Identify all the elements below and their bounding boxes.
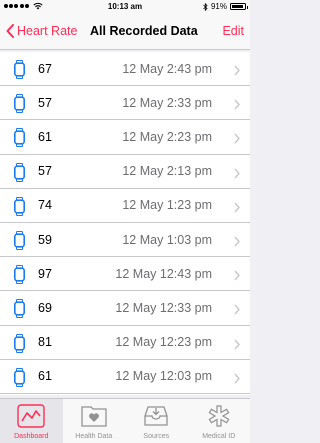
apple-watch-icon [14,299,25,323]
apple-watch-icon [14,162,25,187]
record-datetime: 12 May 1:03 pm [122,232,212,247]
chevron-right-icon [234,234,240,252]
heart-rate-value: 67 [38,61,52,76]
record-row[interactable]: 97 12 May 12:43 pm [0,257,250,292]
chevron-right-icon [234,97,240,115]
record-datetime: 12 May 2:33 pm [122,95,212,110]
chevron-right-icon [234,302,240,320]
chevron-right-icon [234,337,240,355]
record-row[interactable]: 74 12 May 1:23 pm [0,189,250,223]
navigation-bar: Heart Rate All Recorded Data Edit [0,14,250,50]
heart-rate-value: 57 [38,164,52,179]
status-bar: 10:13 am 91% [0,0,250,14]
chevron-right-icon [234,131,240,149]
record-row[interactable]: 59 12 May 1:03 pm [0,223,250,258]
chevron-left-icon [6,24,14,38]
back-button[interactable]: Heart Rate [6,24,77,38]
heart-rate-value: 59 [38,232,52,247]
page-title: All Recorded Data [90,24,198,38]
edit-button[interactable]: Edit [222,24,244,38]
tab-sources[interactable]: Sources [125,399,188,443]
medical-id-icon [205,404,233,433]
chevron-right-icon [234,200,240,218]
record-datetime: 12 May 12:43 pm [115,266,212,281]
heart-rate-value: 74 [38,198,52,213]
record-datetime: 12 May 1:23 pm [122,198,212,213]
heart-rate-value: 61 [38,369,52,384]
back-button-label: Heart Rate [17,24,78,38]
heart-rate-value: 61 [38,129,52,144]
record-datetime: 12 May 2:43 pm [122,61,212,76]
record-row[interactable]: 61 12 May 2:23 pm [0,120,250,155]
heart-rate-value: 57 [38,95,52,110]
record-datetime: 12 May 2:13 pm [122,164,212,179]
status-right: 91% [203,2,248,11]
chevron-right-icon [234,63,240,81]
heart-rate-value: 69 [38,300,52,315]
tab-health-data[interactable]: Health Data [63,399,126,443]
apple-watch-icon [14,94,25,118]
tab-label: Medical ID [202,433,236,440]
health-data-icon [80,404,108,433]
record-row[interactable]: 57 12 May 2:13 pm [0,155,250,189]
tab-medical-id[interactable]: Medical ID [188,399,251,443]
apple-watch-icon [14,367,25,392]
tab-dashboard[interactable]: Dashboard [0,399,63,443]
chevron-right-icon [234,268,240,286]
battery-percent: 91% [210,2,227,11]
battery-icon [230,3,248,10]
tab-label: Sources [143,433,170,440]
record-row[interactable]: 69 12 May 12:33 pm [0,291,250,326]
record-datetime: 12 May 2:23 pm [122,129,212,144]
record-datetime: 12 May 12:03 pm [115,369,212,384]
heart-rate-value: 97 [38,266,52,281]
chevron-right-icon [234,166,240,184]
record-datetime: 12 May 12:33 pm [115,300,212,315]
chevron-right-icon [234,371,240,389]
record-row[interactable]: 81 12 May 12:23 pm [0,326,250,360]
battery-fill [232,5,243,8]
records-list: 67 12 May 2:43 pm 57 12 May 2:33 pm 61 12 May… [0,52,250,395]
heart-rate-value: 81 [38,335,52,350]
bluetooth-icon [203,2,208,11]
apple-watch-icon [14,265,25,289]
apple-watch-icon [14,60,25,84]
record-row[interactable]: 67 12 May 2:43 pm [0,52,250,87]
record-row[interactable]: 57 12 May 2:33 pm [0,86,250,121]
apple-watch-icon [14,230,25,255]
apple-watch-icon [14,333,25,358]
tab-label: Dashboard [14,433,49,440]
record-row[interactable]: 61 12 May 12:03 pm [0,360,250,394]
tab-bar: Dashboard Health Data Sources Medical ID [0,398,250,443]
apple-watch-icon [14,196,25,221]
record-datetime: 12 May 12:23 pm [115,335,212,350]
dashboard-icon [17,404,45,433]
sources-icon [142,404,170,433]
tab-label: Health Data [75,433,113,440]
apple-watch-icon [14,128,25,152]
